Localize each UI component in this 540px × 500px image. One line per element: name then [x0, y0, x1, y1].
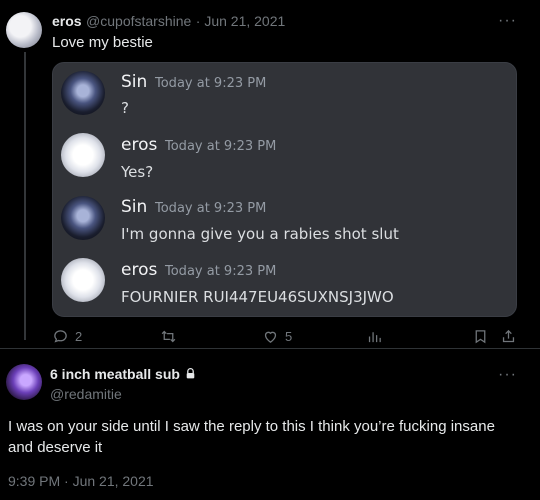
lock-icon — [187, 368, 195, 379]
discord-message: FOURNIER RUI447EU46SUXNSJ3JWO — [121, 288, 394, 306]
author-handle[interactable]: @cupofstarshine — [86, 13, 191, 29]
divider — [0, 348, 540, 349]
analytics-icon — [368, 332, 381, 343]
more-options-icon[interactable]: ··· — [498, 12, 517, 30]
author-name[interactable]: eros — [52, 13, 82, 29]
reply-handle[interactable]: @redamitie — [50, 386, 122, 402]
more-options-icon[interactable]: ··· — [498, 366, 517, 384]
reply-timestamp[interactable]: 9:39 PM · Jun 21, 2021 — [8, 473, 154, 489]
retweet-button[interactable] — [160, 328, 183, 345]
discord-avatar-sin — [61, 196, 105, 240]
discord-avatar-sin — [61, 71, 105, 115]
discord-message: Yes? — [121, 163, 154, 181]
bookmark-icon — [475, 330, 486, 344]
reply-author-name[interactable]: 6 inch meatball sub — [50, 366, 180, 382]
reply-text-line: and deserve it — [8, 439, 103, 456]
avatar-eros[interactable] — [6, 12, 42, 48]
reply-button[interactable]: 2 — [52, 328, 82, 345]
thread-connector-line — [24, 52, 26, 340]
heart-icon — [264, 331, 277, 343]
avatar-reply-author[interactable] — [6, 364, 42, 400]
discord-message: ? — [121, 99, 129, 117]
reply-text-line: I was on your side until I saw the reply… — [8, 418, 495, 435]
reply-count: 2 — [75, 329, 83, 344]
reply-author-row: 6 inch meatball sub — [50, 366, 197, 384]
like-button[interactable]: 5 — [262, 328, 292, 345]
tweet-header: eros @cupofstarshine · Jun 21, 2021 — [52, 13, 285, 31]
tweet-text: Love my bestie — [52, 34, 153, 51]
tweet-date[interactable]: · Jun 21, 2021 — [196, 13, 286, 29]
discord-username: Sin — [121, 197, 148, 217]
reply-icon — [54, 330, 67, 343]
discord-avatar-eros — [61, 258, 105, 302]
discord-message: I'm gonna give you a rabies shot slut — [121, 225, 399, 243]
retweet-icon — [161, 330, 176, 343]
discord-username: eros — [121, 260, 158, 280]
discord-screenshot[interactable]: Sin Today at 9:23 PM ? eros Today at 9:2… — [52, 62, 517, 317]
discord-username: eros — [121, 135, 158, 155]
discord-timestamp: Today at 9:23 PM — [155, 76, 267, 91]
discord-username: Sin — [121, 72, 148, 92]
share-button[interactable] — [500, 328, 517, 345]
bookmark-button[interactable] — [472, 328, 489, 345]
views-button[interactable] — [366, 328, 383, 345]
discord-timestamp: Today at 9:23 PM — [165, 139, 277, 154]
discord-timestamp: Today at 9:23 PM — [155, 201, 267, 216]
share-icon — [502, 329, 515, 343]
like-count: 5 — [285, 329, 293, 344]
discord-avatar-eros — [61, 133, 105, 177]
reply-text: I was on your side until I saw the reply… — [8, 416, 538, 458]
discord-timestamp: Today at 9:23 PM — [165, 264, 277, 279]
